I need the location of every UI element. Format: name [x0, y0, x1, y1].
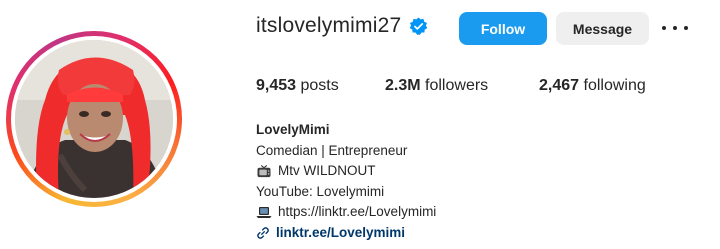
tv-line-text: Mtv WILDNOUT: [278, 163, 376, 178]
tv-line: Mtv WILDNOUT: [256, 161, 436, 182]
more-dot: [673, 26, 677, 30]
followers-label: followers: [425, 77, 489, 94]
external-link-text[interactable]: linktr.ee/Lovelymimi: [276, 223, 405, 244]
follow-button[interactable]: Follow: [459, 12, 547, 45]
profile-avatar-ring[interactable]: [6, 31, 182, 207]
laptop-line-text[interactable]: https://linktr.ee/Lovelymimi: [278, 202, 436, 223]
following-label: following: [583, 77, 646, 94]
posts-stat: 9,453 posts: [256, 77, 339, 95]
laptop-line: https://linktr.ee/Lovelymimi: [256, 202, 436, 223]
laptop-icon: [256, 206, 272, 218]
posts-count: 9,453: [256, 77, 297, 94]
profile-photo[interactable]: [15, 40, 173, 198]
username[interactable]: itslovelymimi27: [256, 14, 401, 38]
profile-bio: LovelyMimi Comedian | Entrepreneur Mtv W…: [256, 120, 436, 243]
youtube-line: YouTube: Lovelymimi: [256, 183, 385, 199]
tv-icon: [257, 164, 271, 177]
followers-count: 2.3M: [385, 77, 421, 94]
following-count: 2,467: [539, 77, 580, 94]
more-dot: [662, 26, 666, 30]
verified-badge-icon: [410, 16, 428, 35]
message-button[interactable]: Message: [556, 12, 649, 45]
more-options-icon[interactable]: [662, 20, 688, 36]
posts-label: posts: [300, 77, 339, 94]
username-row: itslovelymimi27: [256, 14, 428, 38]
profile-avatar-border: [11, 36, 177, 202]
display-name: LovelyMimi: [256, 122, 330, 137]
following-stat[interactable]: 2,467 following: [539, 77, 646, 95]
more-dot: [684, 26, 688, 30]
category-line: Comedian | Entrepreneur: [256, 142, 408, 158]
link-icon: [257, 226, 269, 239]
external-link[interactable]: linktr.ee/Lovelymimi: [256, 223, 436, 244]
followers-stat[interactable]: 2.3M followers: [385, 77, 488, 95]
